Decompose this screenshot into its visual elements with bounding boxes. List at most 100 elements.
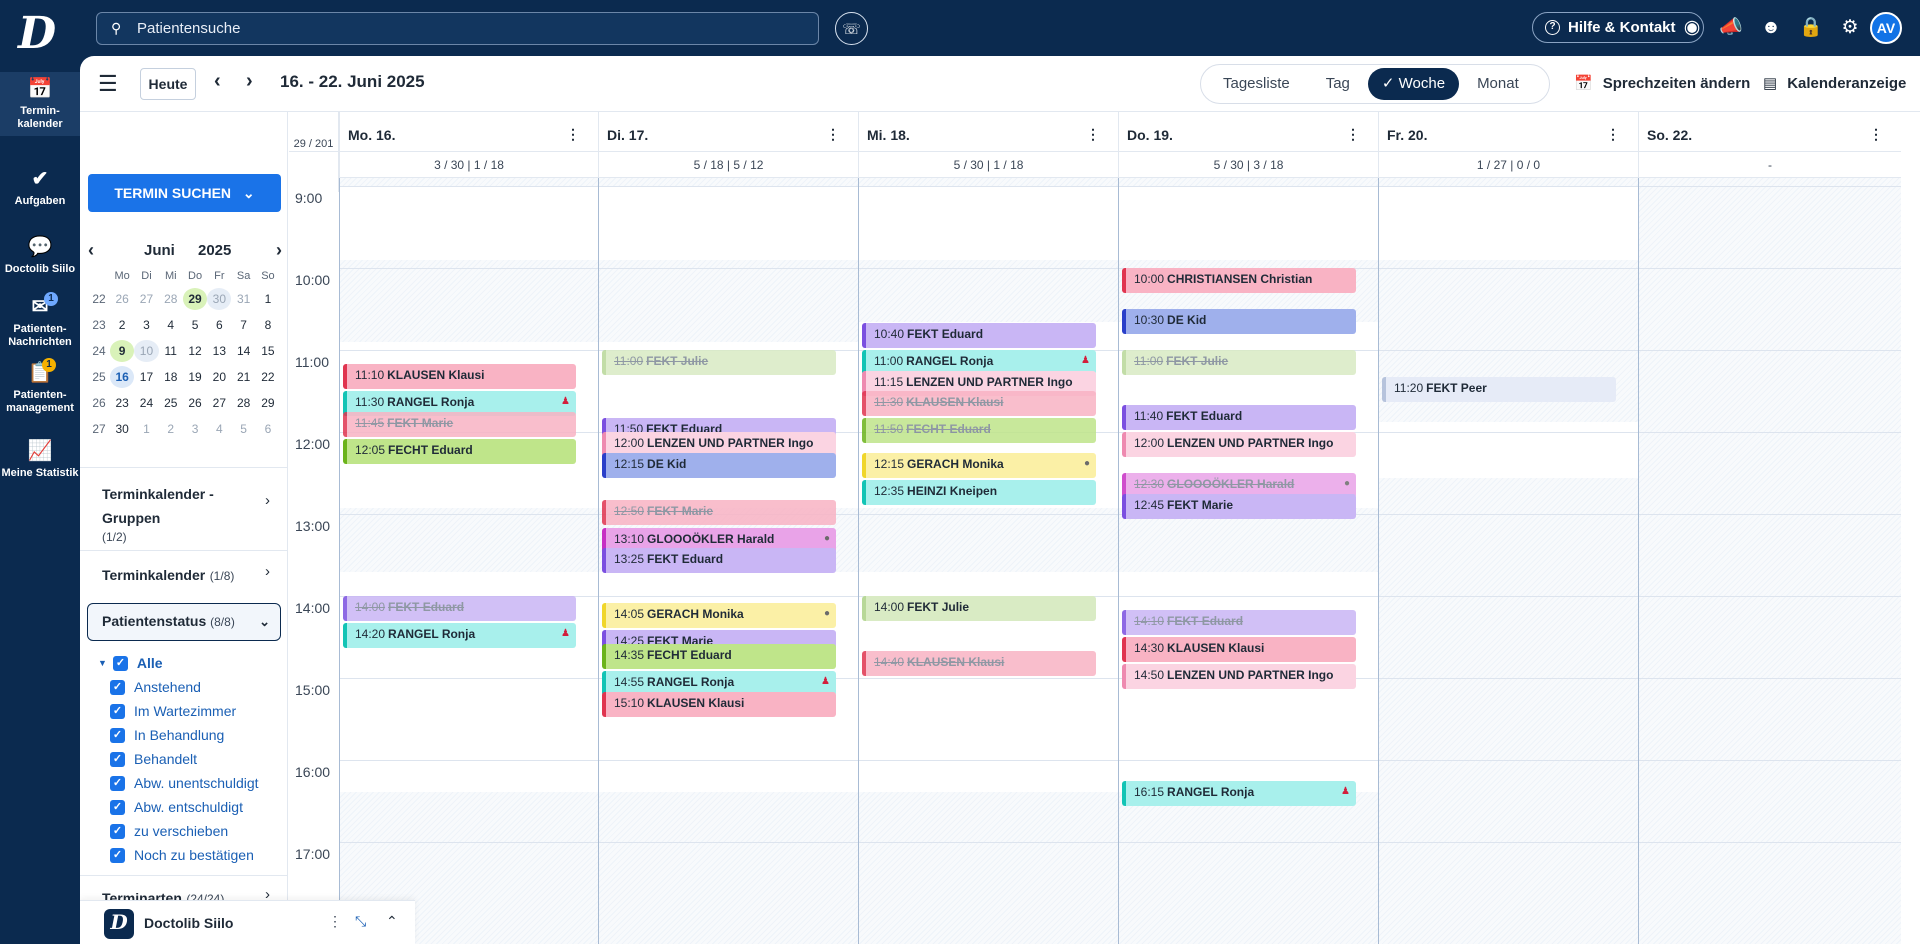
collapse-icon[interactable]: ⤡	[355, 913, 366, 930]
calendar-day[interactable]: 30	[207, 288, 232, 310]
kebab-icon[interactable]: ⋮	[566, 126, 580, 143]
calendar-day[interactable]: 8	[256, 314, 280, 336]
calendar-day[interactable]: 28	[159, 288, 183, 310]
calendar-day[interactable]: 16	[110, 366, 135, 388]
appointment[interactable]: 12:45 FEKT Marie	[1122, 493, 1356, 519]
calendar-day[interactable]: 21	[231, 366, 255, 388]
appointment[interactable]: 12:35 HEINZI Kneipen	[862, 479, 1096, 505]
calendar-day[interactable]: 10	[134, 340, 159, 362]
calendar-day[interactable]: 25	[159, 392, 183, 414]
appointment[interactable]: 11:50 FECHT Eduard	[862, 418, 1096, 444]
calendar-day[interactable]: 22	[256, 366, 280, 388]
next-week-icon[interactable]: ›	[246, 70, 253, 93]
calendar-day[interactable]: 30	[110, 418, 134, 440]
calendar-day[interactable]: 27	[134, 288, 158, 310]
tab-tagesliste[interactable]: Tagesliste	[1205, 68, 1308, 100]
calendar-display-button[interactable]: ▤ Kalenderanzeige	[1763, 74, 1906, 92]
calendar-day[interactable]: 1	[256, 288, 280, 310]
phone-icon[interactable]: ☏	[835, 12, 868, 45]
checkbox-checked[interactable]: ✓	[110, 847, 125, 863]
time-grid[interactable]: 9:00 10:00 11:00 12:00 13:00 14:00 15:00 16:00 1…	[289, 178, 1901, 944]
appointment[interactable]: 15:10 KLAUSEN Klausi	[602, 691, 836, 717]
appointment[interactable]: 11:00 FEKT Julie	[602, 350, 836, 375]
appointment[interactable]: 10:00 CHRISTIANSEN Christian	[1122, 268, 1356, 293]
nav-doctolib-siilo[interactable]: 💬 Doctolib Siilo	[0, 236, 80, 276]
appointment[interactable]: 12:00 LENZEN UND PARTNER Ingo	[1122, 432, 1356, 457]
appointment[interactable]: 14:10 FEKT Eduard	[1122, 609, 1356, 635]
calendar-day[interactable]: 5	[231, 418, 255, 440]
day-header[interactable]: Do. 19. ⋮	[1118, 112, 1378, 152]
checkbox-checked[interactable]: ✓	[110, 799, 125, 815]
calendar-day[interactable]: 6	[207, 314, 231, 336]
calendar-day[interactable]: 13	[207, 340, 231, 362]
calendar-day[interactable]: 18	[159, 366, 183, 388]
patient-search[interactable]: ⚲	[96, 12, 819, 45]
status-filter-item[interactable]: ✓ Abw. unentschuldigt	[98, 771, 288, 795]
calendar-day[interactable]: 28	[231, 392, 255, 414]
appointment[interactable]: 14:05 GERACH Monika ●	[602, 602, 836, 628]
kebab-icon[interactable]: ⋮	[1869, 126, 1883, 143]
day-column[interactable]	[1638, 178, 1901, 944]
appointment[interactable]: 11:40 FEKT Eduard	[1122, 404, 1356, 430]
appointment[interactable]: 11:00 FEKT Julie	[1122, 350, 1356, 375]
appointment[interactable]: 11:20 FEKT Peer	[1382, 377, 1616, 403]
appointment[interactable]: 12:50 FEKT Marie	[602, 500, 836, 526]
appointment[interactable]: 10:40 FEKT Eduard	[862, 322, 1096, 348]
calendar-day[interactable]: 17	[134, 366, 158, 388]
calendar-day[interactable]: 14	[231, 340, 255, 362]
previous-week-icon[interactable]: ‹	[214, 70, 221, 93]
appointment[interactable]: 13:25 FEKT Eduard	[602, 548, 836, 574]
calendar-day[interactable]: 9	[110, 340, 135, 362]
week-number[interactable]: 24	[88, 340, 110, 362]
calendar-day[interactable]: 3	[134, 314, 158, 336]
appointment[interactable]: 14:40 KLAUSEN Klausi	[862, 650, 1096, 676]
status-filter-item[interactable]: ✓ Noch zu bestätigen	[98, 843, 288, 867]
kebab-icon[interactable]: ⋮	[1086, 126, 1100, 143]
calendar-day[interactable]: 26	[110, 288, 134, 310]
tab-monat[interactable]: Monat	[1459, 68, 1537, 100]
lock-icon[interactable]: 🔒	[1797, 14, 1825, 42]
nav-terminkalender[interactable]: 📅 Termin- kalender	[0, 72, 80, 136]
section-groups[interactable]: Terminkalender - Gruppen (1/2) ›	[80, 467, 288, 547]
day-header[interactable]: Mo. 16. ⋮	[339, 112, 598, 152]
calendar-day[interactable]: 5	[183, 314, 207, 336]
calendar-day[interactable]: 6	[256, 418, 280, 440]
calendar-day[interactable]: 4	[159, 314, 183, 336]
kebab-icon[interactable]: ⋮	[1606, 126, 1620, 143]
week-number[interactable]: 27	[88, 418, 110, 440]
eye-icon[interactable]: ◉	[1678, 14, 1706, 42]
kebab-icon[interactable]: ⋮	[1346, 126, 1360, 143]
calendar-day[interactable]: 11	[159, 340, 183, 362]
appointment[interactable]: 11:30 KLAUSEN Klausi	[862, 391, 1096, 416]
avatar[interactable]: AV	[1870, 12, 1902, 44]
checkbox-checked[interactable]: ✓	[110, 703, 125, 719]
appointment[interactable]: 14:50 LENZEN UND PARTNER Ingo	[1122, 664, 1356, 690]
nav-aufgaben[interactable]: ✔ Aufgaben	[0, 168, 80, 208]
tab-woche[interactable]: ✓ Woche	[1367, 68, 1460, 100]
day-header[interactable]: Di. 17. ⋮	[598, 112, 858, 152]
calendar-day[interactable]: 31	[231, 288, 255, 310]
today-button[interactable]: Heute	[140, 68, 196, 100]
checkbox-checked[interactable]: ✓	[110, 751, 125, 767]
week-number[interactable]: 26	[88, 392, 110, 414]
search-appointment-button[interactable]: TERMIN SUCHEN ⌄	[88, 174, 281, 212]
megaphone-icon[interactable]: 📣	[1717, 14, 1745, 42]
checkbox-checked[interactable]: ✓	[110, 679, 125, 695]
calendar-day[interactable]: 29	[182, 288, 208, 310]
status-filter-item[interactable]: ✓ Im Wartezimmer	[98, 699, 288, 723]
tab-tag[interactable]: Tag	[1308, 68, 1368, 100]
appointment[interactable]: 11:45 FEKT Marie	[343, 411, 576, 437]
week-number[interactable]: 22	[88, 288, 110, 310]
section-calendars[interactable]: Terminkalender (1/8) ›	[80, 550, 288, 598]
calendar-day[interactable]: 2	[110, 314, 134, 336]
calendar-day[interactable]: 19	[183, 366, 207, 388]
appointment[interactable]: 14:35 FECHT Eduard	[602, 643, 836, 669]
calendar-day[interactable]: 4	[207, 418, 231, 440]
calendar-day[interactable]: 27	[207, 392, 231, 414]
office-hours-button[interactable]: 📅 Sprechzeiten ändern	[1574, 74, 1750, 92]
doctolib-logo[interactable]: D	[18, 12, 62, 56]
checkbox-checked[interactable]: ✓	[110, 775, 125, 791]
next-month-icon[interactable]: ›	[276, 240, 282, 261]
nav-patienten-nachrichten[interactable]: ✉ 1 Patienten- Nachrichten	[0, 292, 80, 349]
appointment[interactable]: 14:00 FEKT Julie	[862, 596, 1096, 621]
